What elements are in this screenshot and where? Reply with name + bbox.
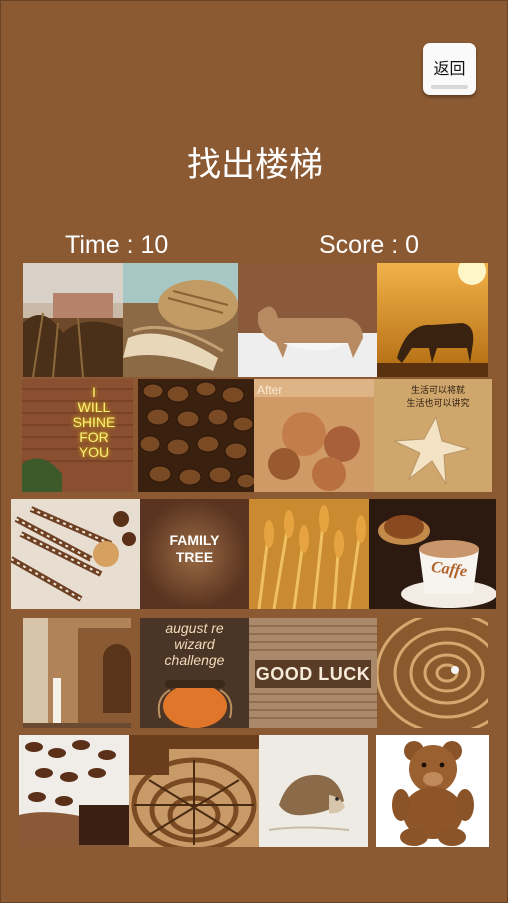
- after-label: After: [257, 383, 283, 397]
- tile-horse-sunset[interactable]: [377, 263, 488, 377]
- note-line-2: 生活也可以讲究: [406, 399, 470, 409]
- game-title: 找出楼梯: [187, 145, 323, 185]
- tile-coffee-cup[interactable]: Caffe: [369, 499, 496, 609]
- tile-chocolate-sticks[interactable]: [11, 499, 140, 609]
- family-tree-line-2: TREE: [175, 549, 214, 565]
- tile-starfish[interactable]: 生活可以将就 生活也可以讲究: [374, 379, 492, 492]
- tile-wood-grain[interactable]: [377, 618, 488, 728]
- neon-line-3: SHINE: [72, 414, 116, 430]
- score-label: Score : 0: [319, 231, 420, 259]
- tile-wheat[interactable]: [249, 499, 369, 609]
- tile-autumn-house[interactable]: [23, 263, 123, 377]
- tile-bread[interactable]: [123, 263, 238, 377]
- note-line-1: 生活可以将就: [410, 386, 465, 396]
- tile-spiral-staircase[interactable]: [129, 735, 259, 847]
- tile-teddy-bear[interactable]: [376, 735, 489, 847]
- neon-line-1: I: [92, 384, 96, 400]
- tile-family-tree[interactable]: FAMILY TREE: [140, 499, 249, 609]
- tile-chocolate-chips[interactable]: [19, 735, 129, 847]
- tile-hedgehog[interactable]: [259, 735, 368, 847]
- back-button-label: 返回: [433, 59, 466, 78]
- tile-wizard-pot[interactable]: august re wizard challenge: [140, 618, 249, 728]
- good-luck-text: GOOD LUCK: [255, 664, 371, 684]
- tile-felt-dog[interactable]: [238, 263, 377, 377]
- neon-line-2: WILL: [77, 399, 111, 415]
- game-screen: 返回 找出楼梯 Time : 10 Score : 0 I WILL SHINE…: [0, 0, 508, 903]
- wizard-line-2: wizard: [174, 636, 215, 652]
- tile-old-street[interactable]: [23, 618, 131, 728]
- neon-line-4: FOR: [79, 429, 109, 445]
- wizard-line-1: august re: [165, 620, 224, 636]
- timer-label: Time : 10: [65, 231, 169, 259]
- tile-dried-roses[interactable]: After: [254, 379, 374, 492]
- tile-neon-wall[interactable]: I WILL SHINE FOR YOU: [22, 379, 133, 492]
- tile-coffee-beans[interactable]: [138, 379, 254, 492]
- neon-line-5: YOU: [78, 444, 110, 460]
- back-button[interactable]: 返回: [423, 43, 476, 95]
- tile-good-luck[interactable]: GOOD LUCK: [249, 618, 377, 728]
- family-tree-line-1: FAMILY: [169, 532, 220, 548]
- wizard-line-3: challenge: [164, 652, 225, 668]
